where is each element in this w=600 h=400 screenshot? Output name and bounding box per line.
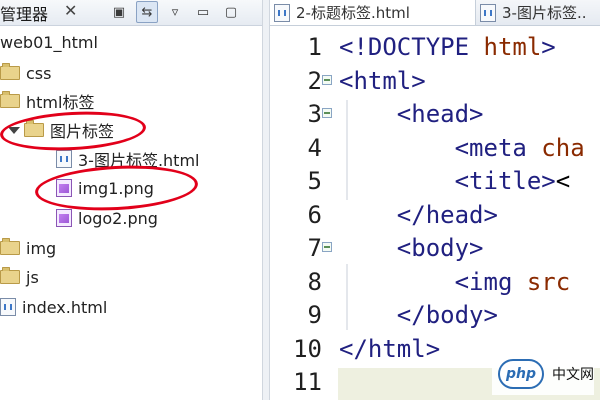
tree-item-logo2-png[interactable]: logo2.png: [56, 204, 158, 232]
tree-item-label: logo2.png: [78, 208, 158, 228]
tab-title-tags[interactable]: 2-标题标签.html: [270, 0, 476, 25]
line-number: 3: [307, 100, 322, 128]
code-editor: 2-标题标签.html 3-图片标签.. 1 <!DOCTYPE html> 2 <h…: [270, 0, 600, 400]
folder-icon: [0, 63, 20, 80]
code-text[interactable]: <meta cha: [339, 134, 585, 162]
code-line[interactable]: 4 <meta cha: [270, 130, 600, 164]
view-menu-icon[interactable]: ▿: [164, 1, 186, 23]
tree-item-label: js: [26, 267, 39, 287]
tree-item-label: img: [26, 238, 57, 258]
code-line[interactable]: 7 <body>: [270, 230, 600, 264]
html-file-icon: [0, 298, 16, 316]
close-panel-icon[interactable]: ✕: [64, 1, 77, 20]
explorer-title: 管理器: [0, 5, 49, 24]
folder-icon: [0, 91, 20, 108]
project-label: web01_html: [0, 32, 98, 52]
tab-label: 3-图片标签..: [502, 4, 587, 22]
tree-item-img1-png[interactable]: img1.png: [56, 174, 154, 202]
code-line[interactable]: 6 </head>: [270, 197, 600, 231]
folder-icon: [0, 238, 20, 255]
minimize-icon[interactable]: ▭: [192, 1, 214, 23]
code-line[interactable]: 1 <!DOCTYPE html>: [270, 29, 600, 63]
png-file-icon: [56, 179, 72, 197]
code-line[interactable]: 5 <title><: [270, 163, 600, 197]
line-number: 6: [307, 200, 322, 229]
project-explorer: 管理器 ✕ ▣ ⇆ ▿ ▭ ▢ web01_html css html标签 图片…: [0, 0, 262, 400]
tree-item-label: index.html: [22, 297, 108, 317]
code-line[interactable]: 8 <img src: [270, 264, 600, 298]
code-text[interactable]: </body>: [339, 301, 498, 329]
line-number: 11: [293, 368, 322, 396]
folder-icon: [0, 267, 20, 284]
code-text[interactable]: <html>: [339, 67, 426, 95]
code-text[interactable]: <img src: [339, 268, 571, 296]
code-text[interactable]: </html>: [339, 335, 440, 363]
line-number: 10: [293, 334, 322, 363]
line-number: 7: [307, 234, 322, 262]
fold-toggle-icon[interactable]: [322, 108, 332, 118]
code-line[interactable]: 9 </body>: [270, 297, 600, 331]
html-file-icon: [480, 3, 496, 22]
tree-item-html-tags[interactable]: html标签: [0, 87, 94, 115]
tree-item-js[interactable]: js: [0, 263, 39, 291]
tab-image-tags[interactable]: 3-图片标签..: [476, 0, 600, 25]
php-cn-watermark: php 中文网: [492, 353, 594, 395]
php-logo: php: [498, 359, 544, 389]
fold-toggle-icon[interactable]: [322, 74, 332, 85]
maximize-icon[interactable]: ▢: [220, 1, 242, 23]
code-text[interactable]: <body>: [339, 234, 484, 262]
line-number: 4: [307, 133, 322, 162]
tab-label: 2-标题标签.html: [296, 4, 410, 22]
link-with-editor-icon[interactable]: ⇆: [136, 1, 158, 23]
code-text[interactable]: <title><: [339, 167, 571, 195]
panel-splitter[interactable]: [262, 0, 270, 400]
editor-tabbar: 2-标题标签.html 3-图片标签..: [270, 0, 600, 26]
tree-item-image-tags-html[interactable]: 3-图片标签.html: [56, 145, 200, 173]
tree-item-label: 3-图片标签.html: [78, 151, 200, 170]
collapse-all-icon[interactable]: ▣: [108, 1, 130, 23]
tree-item-label: img1.png: [78, 178, 154, 198]
file-tree: web01_html css html标签 图片标签 3-图片标签.html i…: [0, 26, 262, 400]
fold-toggle-icon[interactable]: [322, 242, 332, 252]
watermark-site-text: 中文网: [552, 367, 594, 383]
png-file-icon: [56, 209, 72, 227]
tree-item-project[interactable]: web01_html: [0, 28, 98, 56]
expand-arrow-icon[interactable]: [8, 126, 20, 134]
line-number: 8: [307, 267, 322, 296]
code-text[interactable]: <!DOCTYPE html>: [339, 33, 556, 61]
tree-item-img[interactable]: img: [0, 234, 56, 262]
explorer-header: 管理器 ✕ ▣ ⇆ ▿ ▭ ▢: [0, 0, 262, 26]
html-file-icon: [274, 3, 290, 22]
html-file-icon: [56, 150, 72, 168]
code-line[interactable]: 3 <head>: [270, 96, 600, 130]
code-text[interactable]: </head>: [339, 201, 498, 229]
folder-open-icon: [24, 120, 44, 137]
tree-item-index-html[interactable]: index.html: [0, 293, 107, 321]
tree-item-image-tags[interactable]: 图片标签: [8, 116, 114, 144]
ide-window: 管理器 ✕ ▣ ⇆ ▿ ▭ ▢ web01_html css html标签 图片…: [0, 0, 600, 400]
tree-item-label: html标签: [26, 93, 95, 112]
code-text[interactable]: <head>: [339, 100, 484, 128]
tree-item-label: 图片标签: [50, 122, 115, 141]
line-number: 9: [307, 301, 322, 329]
line-number: 2: [307, 66, 322, 95]
code-line[interactable]: 2 <html>: [270, 63, 600, 97]
line-number: 5: [307, 167, 322, 195]
line-number: 1: [307, 33, 322, 61]
explorer-toolbar: ▣ ⇆ ▿ ▭ ▢: [108, 1, 242, 23]
tree-item-label: css: [26, 63, 52, 83]
tree-item-css[interactable]: css: [0, 59, 51, 87]
